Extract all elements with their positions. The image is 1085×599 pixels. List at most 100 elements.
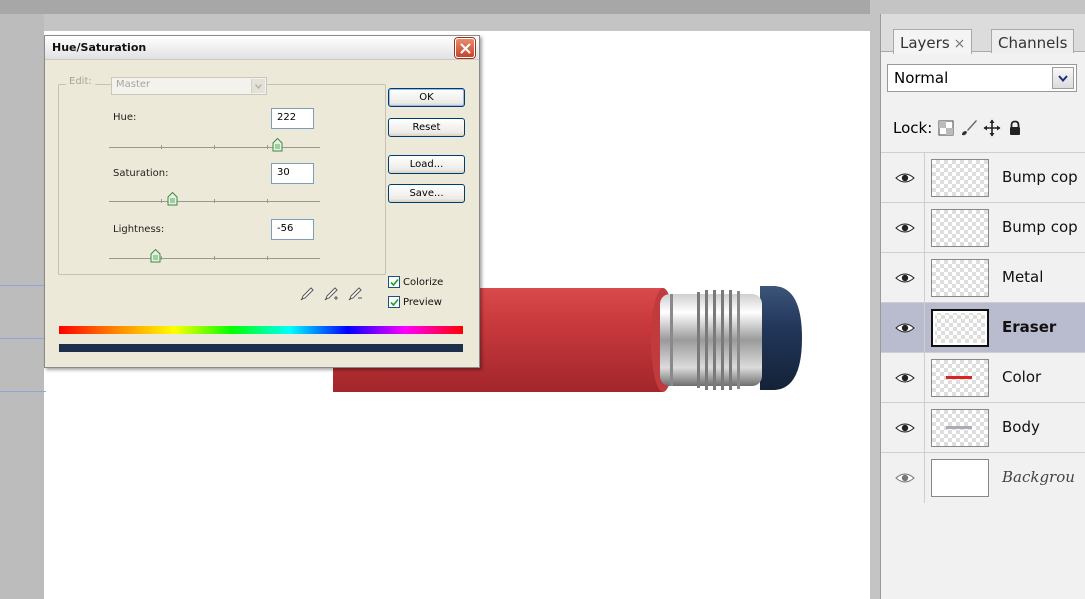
layer-name: Eraser [1002,318,1057,336]
edit-channel-select[interactable]: Master [111,77,267,95]
slider-tick [214,199,215,203]
hue-saturation-dialog: Hue/Saturation Edit: Master Hue: 222 Sat… [44,35,480,368]
colorize-label: Colorize [403,276,444,288]
eyedropper-icon[interactable] [299,286,315,302]
layer-name: Bump cop [1002,218,1078,236]
visibility-toggle[interactable] [885,453,925,503]
edit-label: Edit: [66,76,95,87]
layer-name: Backgrou [1002,468,1075,486]
layer-thumbnail [931,309,989,347]
move-icon[interactable] [983,119,1001,137]
layer-thumbnail [931,459,989,497]
slider-tick [267,145,268,149]
lightness-slider-thumb[interactable] [150,249,161,263]
ok-button[interactable]: OK [388,88,465,107]
dialog-title: Hue/Saturation [52,41,147,54]
layer-row[interactable]: Bump cop [881,202,1085,253]
layer-name: Metal [1002,268,1044,286]
slider-tick [161,199,162,203]
preview-checkbox-row[interactable]: Preview [388,296,442,308]
layer-thumbnail [931,209,989,247]
hue-slider-thumb[interactable] [272,138,283,152]
eye-icon [894,223,915,233]
layer-row-selected[interactable]: Eraser [881,302,1085,353]
saturation-slider-track[interactable] [109,192,320,206]
hue-spectrum-bar [59,326,463,334]
top-strip [0,0,880,14]
eye-icon [894,173,915,183]
canvas-margin [0,14,44,599]
visibility-toggle[interactable] [885,203,925,253]
tab-layers[interactable]: Layers × [893,29,973,54]
close-icon [460,43,471,54]
panel-separator [870,0,880,599]
blend-mode-select[interactable]: Normal [887,64,1077,92]
visibility-toggle[interactable] [885,303,925,353]
saturation-label: Saturation: [113,168,169,179]
chevron-down-icon [1052,67,1074,89]
panel-tab-row: Layers × Channels [881,14,1085,54]
edit-label-text: Edit: [69,76,92,87]
visibility-toggle[interactable] [885,353,925,403]
preview-checkbox[interactable] [388,296,400,308]
tab-channels-label: Channels [998,34,1068,52]
close-icon[interactable]: × [954,36,966,52]
layer-row[interactable]: Body [881,402,1085,453]
eye-icon [894,323,915,333]
guide-line [0,285,46,286]
colorize-checkbox-row[interactable]: Colorize [388,276,443,288]
layer-name: Bump cop [1002,168,1078,186]
blend-mode-value: Normal [894,69,949,87]
eye-icon [894,423,915,433]
slider-tick [214,145,215,149]
colorize-checkbox[interactable] [388,276,400,288]
guide-line [0,338,46,339]
guide-line [0,391,46,392]
layer-row[interactable]: Bump cop [881,152,1085,203]
layer-thumbnail [931,409,989,447]
load-button[interactable]: Load... [388,155,465,174]
brush-icon[interactable] [960,119,978,137]
hue-label: Hue: [113,112,137,123]
hue-input[interactable]: 222 [271,108,314,129]
eye-icon [894,273,915,283]
layer-name: Color [1002,368,1042,386]
dialog-titlebar[interactable]: Hue/Saturation [45,36,479,60]
slider-tick [267,199,268,203]
eye-icon [894,373,915,383]
visibility-toggle[interactable] [885,153,925,203]
slider-tick [161,256,162,260]
lock-label: Lock: [893,119,933,137]
layer-row[interactable]: Metal [881,252,1085,303]
slider-tick [267,256,268,260]
eyedropper-minus-icon[interactable] [347,286,363,302]
edit-group-box [58,84,386,275]
lock-row: Lock: [893,117,1024,139]
reset-button[interactable]: Reset [388,118,465,137]
lightness-input[interactable]: -56 [271,219,314,240]
layer-name: Body [1002,418,1040,436]
eyedropper-plus-icon[interactable] [323,286,339,302]
hue-slider-track[interactable] [109,138,320,152]
tab-channels[interactable]: Channels [991,29,1075,53]
edit-channel-value: Master [116,79,151,90]
lock-icon[interactable] [1006,119,1024,137]
preview-label: Preview [403,296,442,308]
saturation-slider-thumb[interactable] [167,192,178,206]
layers-panel: Layers× Channels Normal Lock: Bump cop [880,14,1085,599]
visibility-toggle[interactable] [885,403,925,453]
layer-thumbnail [931,359,989,397]
adjusted-color-bar [59,344,463,352]
layer-thumbnail [931,259,989,297]
chevron-down-icon [251,79,265,93]
lock-transparent-icon[interactable] [937,119,955,137]
save-button[interactable]: Save... [388,184,465,203]
visibility-toggle[interactable] [885,253,925,303]
layer-row[interactable]: Color [881,352,1085,403]
close-button[interactable] [455,38,475,58]
saturation-input[interactable]: 30 [271,163,314,184]
layer-row[interactable]: Backgrou [881,452,1085,503]
layer-thumbnail [931,159,989,197]
eye-icon [894,473,915,483]
lightness-slider-track[interactable] [109,249,320,263]
